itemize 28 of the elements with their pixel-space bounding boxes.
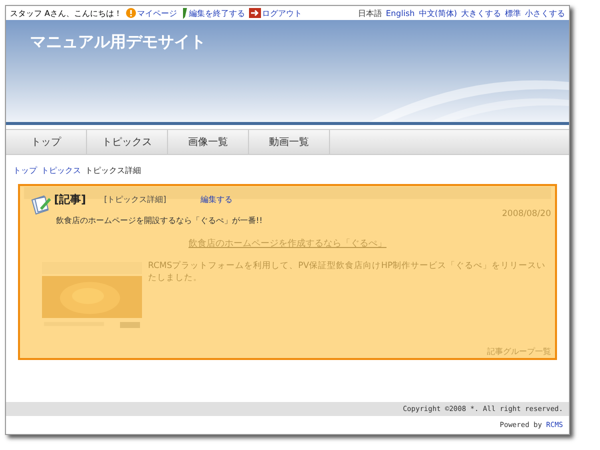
breadcrumb-item[interactable]: トップ — [13, 165, 37, 176]
pen-icon — [181, 8, 188, 18]
breadcrumb-item: トピックス詳細 — [85, 165, 141, 176]
language-link[interactable]: 日本語 — [358, 8, 382, 18]
exclamation-icon — [126, 8, 136, 18]
toolbar-link[interactable]: マイページ — [126, 8, 178, 18]
article-body: RCMSプラットフォームを利用して、PV保証型飲食店向けHP制作サービス「ぐるぺ」をリリースいたしました。 — [148, 260, 547, 284]
toolbar-link[interactable]: 編集を終了する — [181, 8, 246, 18]
nav-tab[interactable]: トップ — [6, 130, 87, 154]
edit-link[interactable]: 編集する — [200, 194, 232, 205]
language-link[interactable]: English — [386, 8, 415, 18]
font-size-link[interactable]: 標準 — [505, 8, 521, 18]
language-link[interactable]: 中文(简体) — [418, 8, 457, 18]
font-size-link[interactable]: 大きくする — [461, 8, 501, 18]
greeting-text: スタッフ Aさん、こんにちは！ — [10, 8, 122, 18]
overlay-summary: 飲食店のホームページを開設するなら「ぐるぺ」が一番!! — [56, 215, 262, 226]
nav-tab[interactable]: 動画一覧 — [249, 130, 330, 154]
article-date: 2008/08/20 — [502, 209, 551, 219]
breadcrumb-item[interactable]: トピックス — [41, 165, 81, 176]
site-title: マニュアル用デモサイト — [30, 32, 206, 53]
nav-tab[interactable]: 画像一覧 — [168, 130, 249, 154]
page-label: [トピックス詳細] — [104, 194, 166, 205]
nav-tab[interactable]: トピックス — [87, 130, 168, 154]
font-size-link[interactable]: 小さくする — [525, 8, 565, 18]
toolbar-link[interactable]: ログアウト — [249, 8, 302, 18]
notepad-icon — [30, 194, 52, 216]
content-type-label: [記事] — [54, 192, 86, 207]
exit-icon — [249, 8, 262, 18]
